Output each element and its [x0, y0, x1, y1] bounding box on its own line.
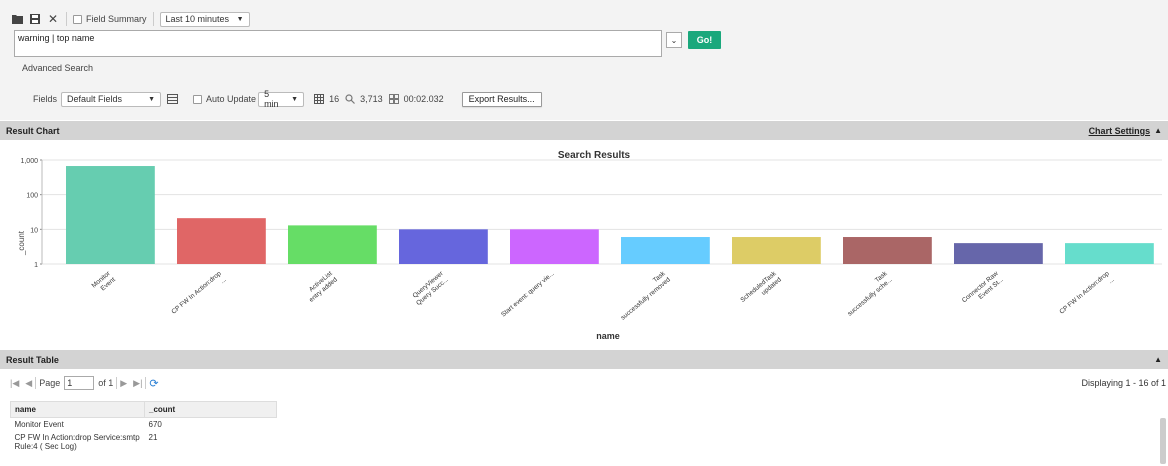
result-table: name _count Monitor Event 670 CP FW In A…	[10, 401, 277, 453]
pagination-bar: |◀ ◀ Page 1 of 1 ▶ ▶| ⟳	[10, 375, 159, 391]
query-history-dropdown[interactable]: ⌄	[666, 32, 682, 48]
result-chart-header: Result Chart Chart Settings ▲	[0, 121, 1168, 140]
x-tick-label: QueryViewerQuery Succ...	[410, 270, 450, 307]
open-folder-icon[interactable]	[10, 12, 24, 26]
auto-update-checkbox[interactable]	[193, 94, 203, 104]
chevron-down-icon: ▼	[148, 95, 156, 103]
save-icon[interactable]	[28, 12, 42, 26]
x-tick-label: ScheduledTaskupdated	[739, 270, 783, 310]
cell-count: 21	[148, 433, 158, 442]
x-tick-label: MonitorEvent	[91, 270, 118, 296]
bar[interactable]	[621, 237, 710, 264]
first-page-icon[interactable]: |◀	[10, 378, 19, 389]
field-count: 16	[329, 94, 340, 104]
toolbar-divider	[152, 12, 154, 26]
toolbar-divider	[66, 12, 67, 26]
fields-select[interactable]: Default Fields ▼	[61, 91, 162, 107]
chevron-down-icon: ▼	[236, 15, 244, 23]
table-row[interactable]: CP FW In Action:drop Service:smtp Rule:4…	[11, 431, 277, 453]
bar[interactable]	[510, 229, 599, 264]
x-tick-label: CP FW In Action:drop...	[170, 270, 228, 322]
grid-icon	[312, 92, 326, 106]
pager-divider	[116, 377, 118, 389]
x-tick-label: ActiveListentry added	[303, 270, 339, 304]
chevron-down-icon: ▼	[291, 95, 299, 103]
x-tick-label: Connector RawEvent St...	[961, 270, 1005, 310]
fields-select-value: Default Fields	[67, 94, 123, 104]
page-total: of 1	[98, 378, 114, 388]
chart-title: Search Results	[558, 150, 631, 161]
search-icon	[343, 92, 357, 106]
next-page-icon[interactable]: ▶	[120, 378, 127, 389]
cell-count: 670	[148, 420, 162, 429]
displaying-count: Displaying 1 - 16 of 1	[1081, 378, 1166, 388]
auto-update-label: Auto Update	[206, 94, 257, 104]
auto-update-interval-select[interactable]: 5 min ▼	[258, 89, 305, 109]
field-summary-checkbox[interactable]	[73, 14, 82, 24]
search-toolbar: ✕ Field Summary Last 10 minutes ▼	[10, 10, 250, 28]
collapse-icon[interactable]: ▲	[1154, 355, 1162, 364]
y-tick-label: 1	[34, 262, 38, 269]
bar[interactable]	[843, 237, 932, 264]
result-chart-title: Result Chart	[6, 125, 60, 136]
field-summary-label: Field Summary	[86, 14, 147, 24]
column-header-count[interactable]: _count	[144, 401, 277, 418]
export-results-button[interactable]: Export Results...	[461, 91, 542, 107]
elapsed-time: 00:02.032	[403, 94, 444, 104]
prev-page-icon[interactable]: ◀	[25, 378, 32, 389]
bar[interactable]	[732, 237, 821, 264]
fields-label: Fields	[33, 94, 58, 104]
chevron-down-icon: ⌄	[670, 35, 678, 45]
go-button[interactable]: Go!	[688, 31, 721, 49]
column-header-name[interactable]: name	[10, 401, 145, 418]
result-table-header: Result Table ▲	[0, 350, 1168, 369]
bar[interactable]	[288, 225, 377, 264]
result-table-title: Result Table	[6, 354, 59, 365]
last-page-icon[interactable]: ▶|	[133, 378, 142, 389]
refresh-icon[interactable]: ⟳	[149, 377, 158, 390]
bar[interactable]	[66, 166, 155, 264]
y-tick-label: 10	[30, 227, 38, 234]
elapsed-time-icon	[387, 92, 401, 106]
x-tick-label: Tasksuccessfully sche...	[841, 270, 894, 318]
cell-name: Monitor Event	[14, 420, 64, 429]
pager-divider	[145, 377, 147, 389]
collapse-icon[interactable]: ▲	[1154, 126, 1162, 135]
page-label: Page	[39, 378, 61, 388]
y-tick-label: 1,000	[20, 158, 38, 165]
event-count: 3,713	[360, 94, 383, 104]
y-axis-label: _count	[17, 230, 26, 256]
bar[interactable]	[954, 243, 1043, 264]
y-tick-label: 100	[26, 193, 38, 200]
cell-name: CP FW In Action:drop Service:smtp Rule:4…	[14, 433, 140, 451]
x-tick-label: Tasksuccessfully removed	[615, 270, 673, 322]
page-number-input[interactable]: 1	[64, 376, 95, 390]
query-input[interactable]: warning | top name	[14, 30, 662, 57]
search-panel: ✕ Field Summary Last 10 minutes ▼ warnin…	[0, 0, 1168, 120]
pager-divider	[35, 377, 37, 389]
bar[interactable]	[399, 229, 488, 264]
table-row[interactable]: Monitor Event 670	[11, 418, 277, 432]
close-icon[interactable]: ✕	[46, 12, 60, 26]
auto-update-interval-value: 5 min	[264, 89, 279, 109]
x-tick-label: Start event: query vie...	[500, 270, 556, 318]
bar[interactable]	[177, 218, 266, 264]
bar[interactable]	[1065, 243, 1154, 264]
x-tick-label: CP FW In Action:drop...	[1058, 270, 1116, 322]
field-list-icon[interactable]	[165, 92, 179, 106]
table-scrollbar[interactable]	[1160, 418, 1166, 464]
result-chart: Search Results _count name 1 10 100 1,000 M…	[17, 150, 1162, 341]
chart-settings-link[interactable]: Chart Settings	[1089, 126, 1151, 136]
results-options-bar: Fields Default Fields ▼ Auto Update 5 mi…	[33, 89, 542, 109]
x-axis-label: name	[596, 331, 620, 341]
time-range-select[interactable]: Last 10 minutes ▼	[159, 11, 250, 27]
advanced-search-link[interactable]: Advanced Search	[22, 63, 93, 73]
time-range-value: Last 10 minutes	[165, 14, 230, 24]
